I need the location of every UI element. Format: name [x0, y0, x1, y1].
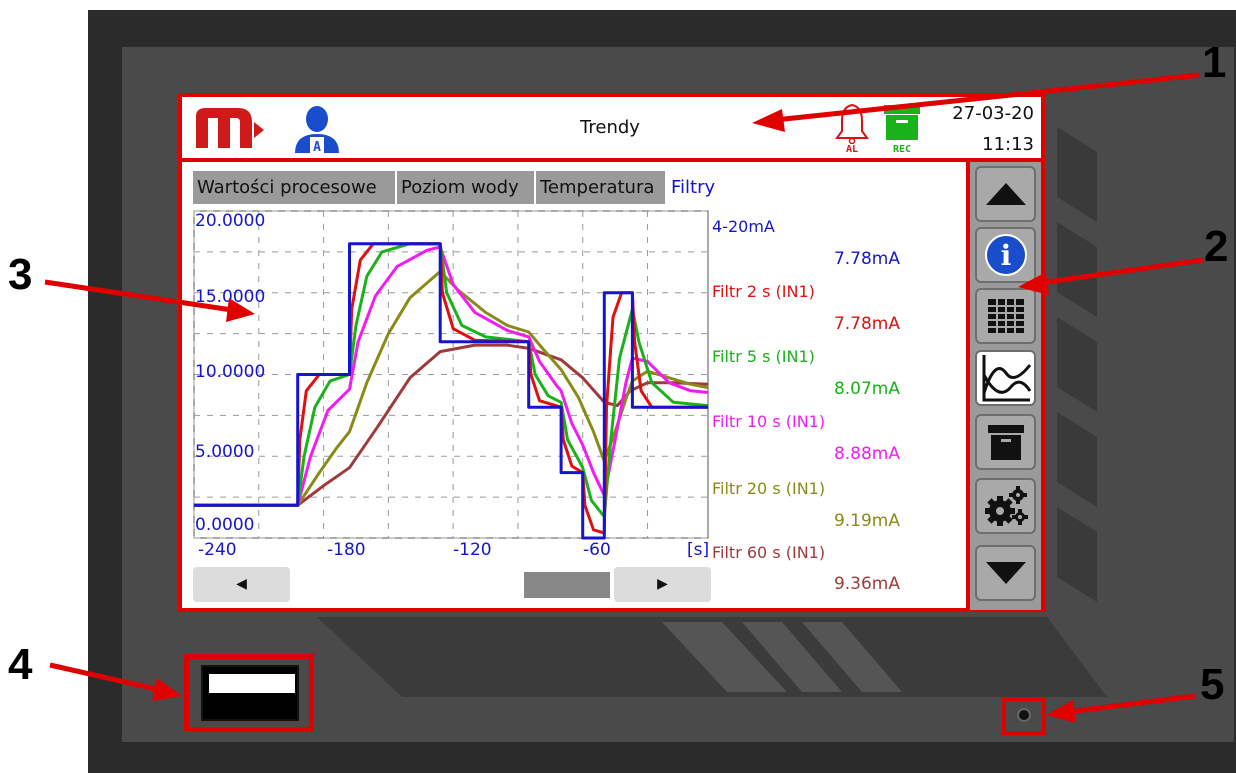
callout-2: 2	[1204, 222, 1229, 271]
callout-arrows	[44, 72, 1204, 723]
callout-5: 5	[1200, 660, 1225, 709]
callout-1: 1	[1202, 38, 1227, 87]
callout-4: 4	[8, 640, 33, 689]
callout-3: 3	[8, 250, 33, 299]
